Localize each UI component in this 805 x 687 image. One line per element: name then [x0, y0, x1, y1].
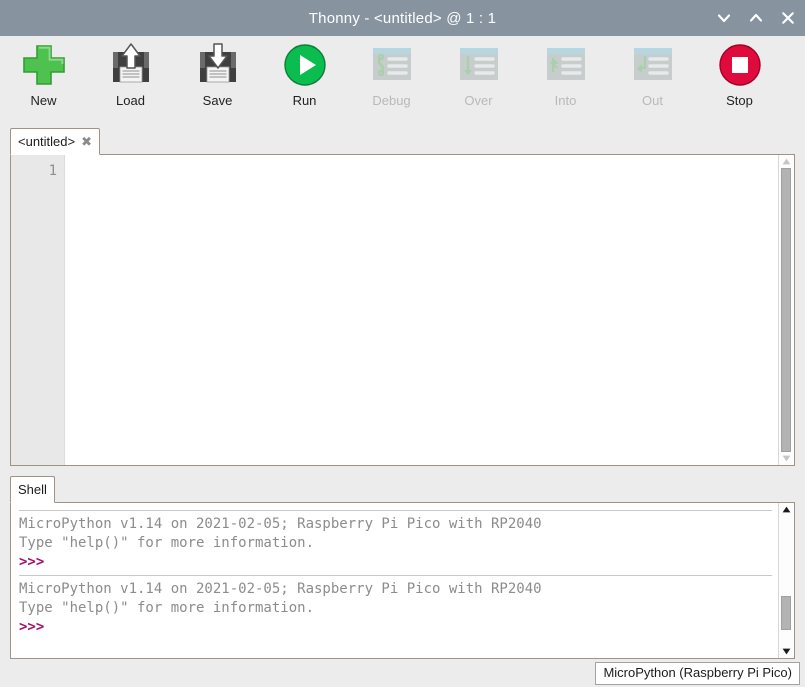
shell-output[interactable]: MicroPython v1.14 on 2021-02-05; Raspber… — [11, 503, 778, 658]
shell-block: MicroPython v1.14 on 2021-02-05; Raspber… — [19, 510, 778, 572]
status-bar: MicroPython (Raspberry Pi Pico) — [0, 659, 805, 687]
shell-scroll-thumb[interactable] — [781, 595, 791, 630]
scroll-down-arrow-icon[interactable] — [779, 645, 794, 658]
minimize-button[interactable] — [715, 9, 733, 27]
scroll-down-arrow-icon[interactable] — [779, 452, 794, 465]
close-icon — [782, 12, 794, 24]
step-into-icon — [541, 40, 591, 90]
stop-circle-icon — [715, 40, 765, 90]
toolbar-label-new: New — [30, 93, 57, 108]
shell-panel: Shell MicroPython v1.14 on 2021-02-05; R… — [10, 474, 795, 659]
toolbar-button-out: Out — [609, 40, 696, 108]
toolbar-button-debug: Debug — [348, 40, 435, 108]
shell-line: MicroPython v1.14 on 2021-02-05; Raspber… — [19, 516, 542, 532]
play-circle-icon — [280, 40, 330, 90]
toolbar-button-stop[interactable]: Stop — [696, 40, 783, 108]
editor-vertical-scrollbar[interactable] — [778, 155, 794, 465]
scroll-up-arrow-icon[interactable] — [779, 503, 794, 516]
editor-tab-label: <untitled> — [18, 134, 76, 149]
shell-tabstrip: Shell — [10, 474, 795, 503]
close-button[interactable] — [779, 9, 797, 27]
scroll-up-arrow-icon[interactable] — [779, 155, 794, 168]
line-number: 1 — [48, 163, 57, 179]
editor-scroll-thumb[interactable] — [781, 168, 791, 452]
plus-icon — [19, 40, 69, 90]
shell-block: MicroPython v1.14 on 2021-02-05; Raspber… — [19, 575, 778, 637]
shell-prompt: >>> — [19, 619, 45, 635]
editor-gutter: 1 — [11, 155, 65, 465]
chevron-down-icon — [717, 14, 731, 23]
toolbar-button-into: Into — [522, 40, 609, 108]
toolbar-label-load: Load — [116, 93, 145, 108]
shell-tab-label: Shell — [18, 482, 47, 497]
toolbar-button-load[interactable]: Load — [87, 40, 174, 108]
title-bar: Thonny - <untitled> @ 1 : 1 — [0, 0, 805, 36]
toolbar-button-new[interactable]: New — [0, 40, 87, 108]
shell-line: Type "help()" for more information. — [19, 600, 315, 616]
editor-body: 1 — [10, 154, 795, 466]
window-controls — [715, 0, 797, 36]
editor-scroll-track[interactable] — [779, 168, 794, 452]
editor-tab-untitled[interactable]: <untitled> ✖ — [10, 128, 101, 155]
toolbar-label-into: Into — [554, 93, 577, 108]
editor-tabstrip: <untitled> ✖ — [10, 126, 795, 155]
toolbar: New Load Save Run Debug Over Into Out St… — [0, 36, 805, 120]
toolbar-button-run[interactable]: Run — [261, 40, 348, 108]
toolbar-label-save: Save — [202, 93, 233, 108]
shell-scroll-track[interactable] — [779, 516, 794, 645]
debug-window-icon — [367, 40, 417, 90]
window-title: Thonny - <untitled> @ 1 : 1 — [308, 9, 497, 27]
editor-panel: <untitled> ✖ 1 — [10, 126, 795, 466]
toolbar-label-over: Over — [464, 93, 493, 108]
floppy-down-arrow-icon — [193, 40, 243, 90]
shell-line: MicroPython v1.14 on 2021-02-05; Raspber… — [19, 581, 542, 597]
interpreter-status[interactable]: MicroPython (Raspberry Pi Pico) — [595, 662, 800, 685]
floppy-up-arrow-icon — [106, 40, 156, 90]
step-out-icon — [628, 40, 678, 90]
toolbar-button-over: Over — [435, 40, 522, 108]
toolbar-label-debug: Debug — [372, 93, 411, 108]
shell-vertical-scrollbar[interactable] — [778, 503, 794, 658]
shell-separator — [19, 575, 772, 576]
code-editor[interactable] — [65, 155, 778, 465]
toolbar-label-run: Run — [292, 93, 317, 108]
maximize-button[interactable] — [747, 9, 765, 27]
chevron-up-icon — [749, 13, 763, 22]
toolbar-button-save[interactable]: Save — [174, 40, 261, 108]
step-over-icon — [454, 40, 504, 90]
toolbar-label-stop: Stop — [726, 93, 753, 108]
shell-prompt: >>> — [19, 554, 45, 570]
close-icon[interactable]: ✖ — [81, 135, 92, 148]
toolbar-label-out: Out — [642, 93, 663, 108]
shell-body: MicroPython v1.14 on 2021-02-05; Raspber… — [10, 502, 795, 659]
shell-line: Type "help()" for more information. — [19, 535, 315, 551]
shell-separator — [19, 510, 772, 511]
shell-tab[interactable]: Shell — [10, 476, 55, 503]
